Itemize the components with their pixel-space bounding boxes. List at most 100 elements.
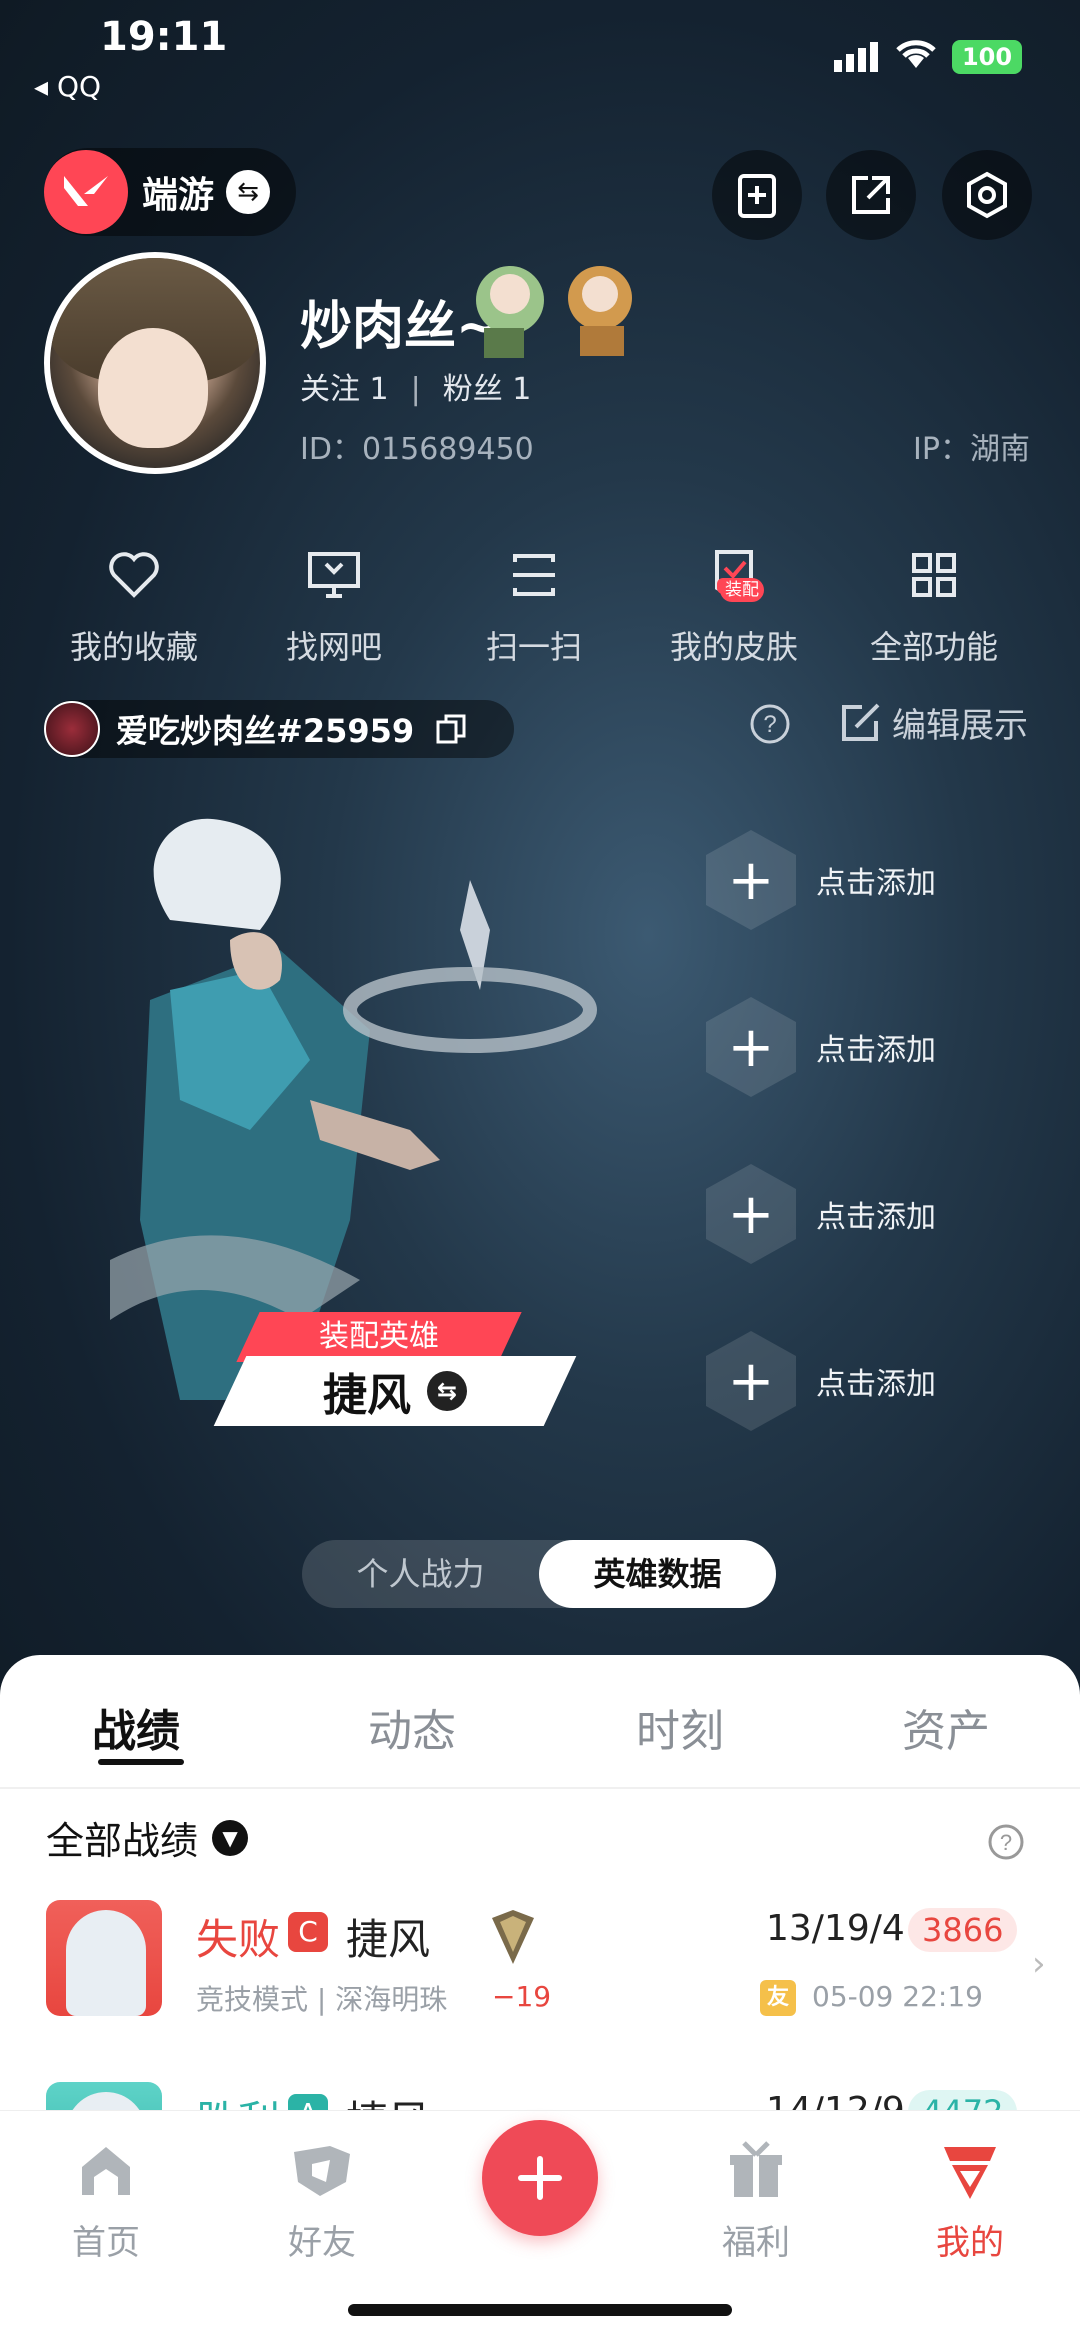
my-skins-button[interactable]: 我的皮肤 xyxy=(634,540,834,668)
scan-button[interactable]: 扫一扫 xyxy=(434,540,634,668)
match-row[interactable]: 失败 C 捷风 竞技模式 | 深海明珠 −19 13/19/4 3866 友 0… xyxy=(46,1900,1046,2030)
favorites-label: 我的收藏 xyxy=(69,628,198,666)
account-name: 爱吃炒肉丝#25959 xyxy=(116,712,415,750)
rank-delta: −19 xyxy=(492,1980,552,2013)
ip-location: IP：湖南 xyxy=(913,432,1030,467)
monitor-icon xyxy=(308,552,360,598)
segment-personal-power[interactable]: 个人战力 xyxy=(302,1540,539,1608)
all-functions-label: 全部功能 xyxy=(869,628,998,666)
mode-badge: C xyxy=(288,1912,328,1952)
plus-icon: + xyxy=(706,1164,796,1264)
user-avatar[interactable] xyxy=(44,252,266,474)
tab-feed[interactable]: 动态 xyxy=(368,1695,456,1759)
favorites-button[interactable]: 我的收藏 xyxy=(34,540,234,668)
active-tab-indicator xyxy=(98,1759,184,1765)
account-avatar xyxy=(44,701,100,757)
nav-friends-label: 好友 xyxy=(288,2223,356,2263)
edit-showcase-label: 编辑展示 xyxy=(892,706,1028,746)
skin-badge: 装配 xyxy=(720,578,764,602)
followers-count[interactable]: 粉丝 1 xyxy=(443,372,532,407)
add-card-icon xyxy=(738,174,776,218)
back-to-app[interactable]: ◂ QQ xyxy=(34,70,101,103)
stats-segment-control: 个人战力 英雄数据 xyxy=(302,1540,776,1608)
add-slot-4[interactable]: + 点击添加 xyxy=(706,1326,1066,1436)
status-time: 19:11 xyxy=(100,14,228,60)
grid-icon xyxy=(912,553,956,597)
tab-moments[interactable]: 时刻 xyxy=(636,1695,724,1759)
add-slot-1[interactable]: + 点击添加 xyxy=(706,825,1066,935)
records-filter[interactable]: 全部战绩 ▼ xyxy=(46,1810,249,1865)
chevron-down-icon: ▼ xyxy=(212,1819,249,1856)
home-icon xyxy=(82,2147,130,2195)
match-mode-map: 竞技模式 | 深海明珠 xyxy=(196,1983,448,2016)
settings-icon xyxy=(967,171,1007,219)
valorant-logo-icon xyxy=(44,150,128,234)
nav-home[interactable]: 首页 xyxy=(36,2131,176,2264)
settings-button[interactable] xyxy=(942,150,1032,240)
follow-separator: | xyxy=(410,372,421,407)
add-slot-3[interactable]: + 点击添加 xyxy=(706,1159,1066,1269)
add-slot-label: 点击添加 xyxy=(816,1200,936,1235)
nav-home-label: 首页 xyxy=(72,2223,140,2263)
plus-icon: + xyxy=(706,830,796,930)
avatar-face xyxy=(98,328,208,448)
edit-showcase-button[interactable]: 编辑展示 xyxy=(838,698,1028,747)
records-filter-label: 全部战绩 xyxy=(46,1819,199,1863)
following-count[interactable]: 关注 1 xyxy=(300,372,389,407)
equipped-hero-button[interactable]: 捷风 ⇆ xyxy=(213,1356,577,1426)
find-cafe-button[interactable]: 找网吧 xyxy=(234,540,434,668)
all-functions-button[interactable]: 全部功能 xyxy=(834,540,1034,668)
nav-friends[interactable]: 好友 xyxy=(252,2131,392,2264)
plus-icon xyxy=(518,2156,562,2200)
copy-icon[interactable] xyxy=(434,712,468,746)
tab-assets[interactable]: 资产 xyxy=(902,1695,990,1759)
create-post-button[interactable] xyxy=(482,2120,598,2236)
add-slot-2[interactable]: + 点击添加 xyxy=(706,992,1066,1102)
equipped-hero-name: 捷风 xyxy=(323,1370,411,1421)
me-icon xyxy=(944,2147,996,2199)
plus-icon: + xyxy=(706,1331,796,1431)
rank-icon xyxy=(492,1910,534,1964)
nav-benefits[interactable]: 福利 xyxy=(686,2131,826,2264)
user-id: ID：015689450 xyxy=(300,432,534,467)
signal-icon xyxy=(834,42,878,72)
segment-hero-data[interactable]: 英雄数据 xyxy=(539,1540,776,1608)
friend-badge: 友 xyxy=(760,1980,796,2016)
share-icon xyxy=(852,176,890,214)
tabs-divider xyxy=(0,1787,1080,1789)
swap-hero-icon: ⇆ xyxy=(427,1371,467,1411)
edit-icon xyxy=(842,703,880,741)
equip-hero-label: 装配英雄 xyxy=(319,1319,439,1354)
nav-me[interactable]: 我的 xyxy=(900,2131,1040,2264)
follow-stats: 关注 1 | 粉丝 1 xyxy=(300,364,531,408)
match-result: 失败 xyxy=(196,1915,281,1964)
match-kda: 13/19/4 xyxy=(766,1908,905,1949)
hero-thumbnail xyxy=(46,1900,162,2016)
game-switch-button[interactable]: 端游 ⇆ xyxy=(44,148,296,236)
nav-me-label: 我的 xyxy=(936,2223,1004,2263)
swap-icon: ⇆ xyxy=(226,170,271,214)
wifi-icon xyxy=(896,40,936,68)
function-row: 我的收藏 找网吧 扫一扫 我的皮肤 全部功能 xyxy=(0,540,1080,670)
help-icon[interactable]: ? xyxy=(986,1822,1026,1862)
chevron-right-icon: › xyxy=(1032,1944,1046,1984)
equip-hero-tag: 装配英雄 xyxy=(236,1312,522,1362)
add-slot-label: 点击添加 xyxy=(816,1367,936,1402)
friends-icon xyxy=(294,2146,350,2196)
scan-icon xyxy=(513,554,555,596)
content-tabs: 战绩 动态 时刻 资产 xyxy=(0,1655,1080,1785)
tab-records[interactable]: 战绩 xyxy=(92,1695,180,1759)
svg-text:?: ? xyxy=(763,711,776,738)
sticker-decoration-icon xyxy=(476,266,632,358)
add-slot-label: 点击添加 xyxy=(816,1033,936,1068)
nav-benefits-label: 福利 xyxy=(722,2223,790,2263)
help-icon[interactable]: ? xyxy=(748,702,792,746)
plus-icon: + xyxy=(706,997,796,1097)
share-button[interactable] xyxy=(826,150,916,240)
add-card-button[interactable] xyxy=(712,150,802,240)
scan-label: 扫一扫 xyxy=(485,628,582,666)
match-hero-name: 捷风 xyxy=(346,1915,431,1964)
game-account-chip[interactable]: 爱吃炒肉丝#25959 xyxy=(44,700,514,758)
match-score: 3866 xyxy=(908,1908,1018,1952)
gift-icon xyxy=(730,2141,782,2197)
